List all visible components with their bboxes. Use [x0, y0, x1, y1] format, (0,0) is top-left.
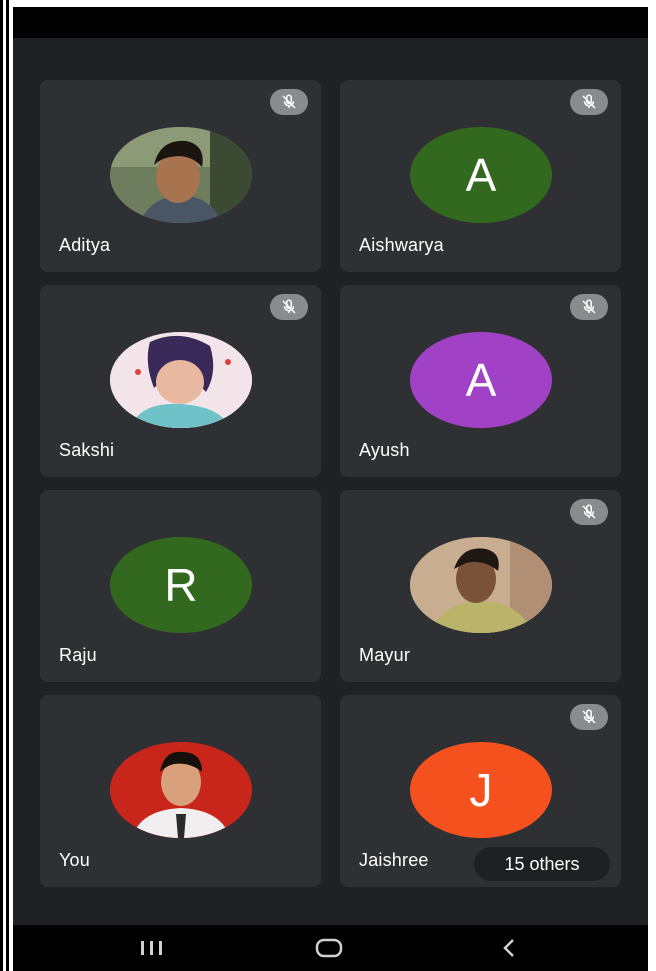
avatar-initial: J — [469, 764, 493, 816]
mic-off-icon — [570, 294, 608, 320]
mic-off-icon — [570, 499, 608, 525]
participant-tile-you[interactable]: You — [40, 695, 321, 887]
avatar-initial: R — [164, 559, 198, 611]
mic-off-icon — [570, 89, 608, 115]
avatar-letter: R — [110, 537, 252, 633]
avatar-photo — [110, 332, 252, 428]
phone-screen: Aditya A Aishwarya Sakshi A Ayush R Raju… — [13, 7, 648, 971]
participant-name: Mayur — [359, 645, 411, 665]
avatar-photo — [410, 537, 552, 633]
home-icon — [315, 938, 343, 958]
participant-tile-aishwarya[interactable]: A Aishwarya — [340, 80, 621, 272]
avatar-initial: A — [465, 149, 497, 201]
mic-off-icon — [270, 294, 308, 320]
avatar-photo — [110, 742, 252, 838]
status-bar — [13, 7, 648, 38]
back-button[interactable] — [469, 925, 549, 971]
participant-tile-ayush[interactable]: A Ayush — [340, 285, 621, 477]
system-nav-bar — [13, 925, 648, 971]
participant-name: Jaishree — [359, 850, 429, 870]
mic-off-icon — [570, 704, 608, 730]
recent-apps-button[interactable] — [112, 925, 192, 971]
participant-name: Aishwarya — [359, 235, 444, 255]
recent-apps-icon — [141, 941, 162, 955]
participant-tile-mayur[interactable]: Mayur — [340, 490, 621, 682]
avatar-letter: A — [410, 127, 552, 223]
home-button[interactable] — [289, 925, 369, 971]
avatar-photo — [110, 127, 252, 223]
back-icon — [503, 939, 514, 957]
mic-off-icon — [270, 89, 308, 115]
avatar-initial: A — [465, 354, 497, 406]
participant-name: Aditya — [59, 235, 111, 255]
frame-border — [0, 0, 13, 971]
others-count-chip[interactable]: 15 others — [474, 847, 610, 881]
participant-name: Ayush — [359, 440, 410, 460]
avatar-letter: A — [410, 332, 552, 428]
participant-tile-jaishree[interactable]: J Jaishree 15 others — [340, 695, 621, 887]
participant-tile-raju[interactable]: R Raju — [40, 490, 321, 682]
participant-name: Sakshi — [59, 440, 115, 460]
avatar-letter: J — [410, 742, 552, 838]
participant-tile-aditya[interactable]: Aditya — [40, 80, 321, 272]
participant-name: You — [59, 850, 90, 870]
participant-tile-sakshi[interactable]: Sakshi — [40, 285, 321, 477]
participant-name: Raju — [59, 645, 97, 665]
participant-grid: Aditya A Aishwarya Sakshi A Ayush R Raju… — [13, 38, 648, 918]
